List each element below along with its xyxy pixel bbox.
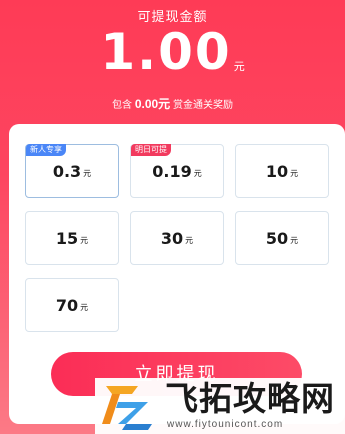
balance-unit: 元 bbox=[233, 61, 245, 73]
balance-header: 可提现金额 1.00 元 包含 0.00元 赏金通关奖励 bbox=[0, 0, 345, 124]
option-value: 50 bbox=[265, 228, 289, 248]
watermark-title: 飞拓攻略网 bbox=[165, 380, 335, 417]
option-unit: 元 bbox=[193, 169, 202, 178]
bonus-amount: 0.00元 bbox=[134, 97, 171, 111]
option-value: 30 bbox=[160, 228, 184, 248]
option-unit: 元 bbox=[290, 169, 299, 178]
option-0-19[interactable]: 明日可提 0.19 元 bbox=[130, 144, 224, 198]
option-unit: 元 bbox=[80, 236, 89, 245]
site-logo-icon bbox=[102, 386, 152, 430]
bonus-note: 包含 0.00元 赏金通关奖励 bbox=[0, 95, 345, 112]
balance-amount-row: 1.00 元 bbox=[0, 26, 345, 78]
bonus-note-suffix: 赏金通关奖励 bbox=[172, 100, 233, 111]
option-70[interactable]: 70 元 bbox=[25, 278, 119, 332]
bonus-note-prefix: 包含 bbox=[112, 100, 133, 111]
watermark: 飞拓攻略网 www.fiytounicont.com bbox=[95, 378, 345, 434]
option-30[interactable]: 30 元 bbox=[130, 211, 224, 265]
option-unit: 元 bbox=[185, 236, 194, 245]
option-value: 10 bbox=[265, 161, 289, 181]
option-tag-tomorrow: 明日可提 bbox=[131, 144, 171, 156]
option-tag-new-user: 新人专享 bbox=[26, 144, 66, 156]
watermark-url: www.fiytounicont.com bbox=[167, 419, 284, 430]
option-value: 0.3 bbox=[52, 161, 82, 181]
option-value: 70 bbox=[55, 295, 79, 315]
option-unit: 元 bbox=[290, 236, 299, 245]
option-10[interactable]: 10 元 bbox=[235, 144, 329, 198]
option-value: 15 bbox=[55, 228, 79, 248]
option-50[interactable]: 50 元 bbox=[235, 211, 329, 265]
option-0-3[interactable]: 新人专享 0.3 元 bbox=[25, 144, 119, 198]
option-value: 0.19 bbox=[152, 161, 192, 181]
option-15[interactable]: 15 元 bbox=[25, 211, 119, 265]
balance-amount: 1.00 bbox=[100, 23, 232, 81]
option-unit: 元 bbox=[83, 169, 92, 178]
option-unit: 元 bbox=[80, 303, 89, 312]
